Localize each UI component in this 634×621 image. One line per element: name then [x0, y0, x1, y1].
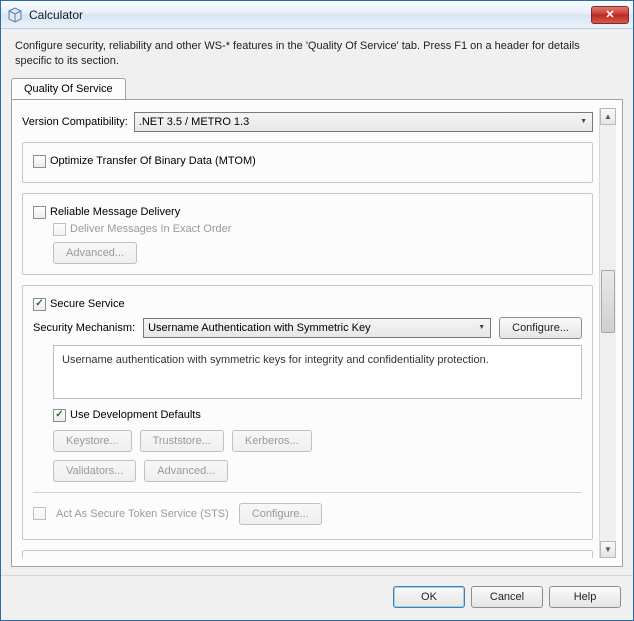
- tab-strip: Quality Of Service: [11, 78, 623, 100]
- panel-content: Version Compatibility: .NET 3.5 / METRO …: [22, 108, 599, 558]
- separator: [33, 492, 582, 493]
- cancel-button[interactable]: Cancel: [471, 586, 543, 608]
- close-button[interactable]: ✕: [591, 6, 629, 24]
- mechanism-configure-button[interactable]: Configure...: [499, 317, 582, 339]
- scroll-track[interactable]: [600, 125, 616, 541]
- mechanism-label: Security Mechanism:: [33, 322, 135, 334]
- scroll-up-button[interactable]: ▲: [600, 108, 616, 125]
- ok-button[interactable]: OK: [393, 586, 465, 608]
- mechanism-value: Username Authentication with Symmetric K…: [148, 322, 371, 334]
- vertical-scrollbar[interactable]: ▲ ▼: [599, 108, 616, 558]
- titlebar: Calculator ✕: [1, 1, 633, 29]
- close-icon: ✕: [605, 8, 614, 21]
- sts-label: Act As Secure Token Service (STS): [56, 508, 229, 520]
- use-defaults-checkbox[interactable]: [53, 409, 66, 422]
- secure-label: Secure Service: [50, 298, 125, 310]
- keystore-button: Keystore...: [53, 430, 132, 452]
- tab-container: Quality Of Service Version Compatibility…: [11, 77, 623, 567]
- dialog-window: Calculator ✕ Configure security, reliabi…: [0, 0, 634, 621]
- help-button[interactable]: Help: [549, 586, 621, 608]
- truststore-button: Truststore...: [140, 430, 224, 452]
- mtom-group: Optimize Transfer Of Binary Data (MTOM): [22, 142, 593, 183]
- dialog-footer: OK Cancel Help: [1, 575, 633, 620]
- mechanism-select[interactable]: Username Authentication with Symmetric K…: [143, 318, 491, 338]
- secure-advanced-button: Advanced...: [144, 460, 228, 482]
- mtom-label: Optimize Transfer Of Binary Data (MTOM): [50, 155, 256, 167]
- version-compat-row: Version Compatibility: .NET 3.5 / METRO …: [22, 112, 593, 132]
- reliable-checkbox[interactable]: [33, 206, 46, 219]
- reliable-label: Reliable Message Delivery: [50, 206, 180, 218]
- sts-configure-button: Configure...: [239, 503, 322, 525]
- scroll-down-button[interactable]: ▼: [600, 541, 616, 558]
- version-compat-label: Version Compatibility:: [22, 116, 128, 128]
- scroll-thumb[interactable]: [601, 270, 615, 332]
- mtom-checkbox[interactable]: [33, 155, 46, 168]
- secure-group: Secure Service Security Mechanism: Usern…: [22, 285, 593, 540]
- inorder-label: Deliver Messages In Exact Order: [70, 223, 231, 235]
- inorder-checkbox: [53, 223, 66, 236]
- tab-quality-of-service[interactable]: Quality Of Service: [11, 78, 126, 100]
- reliable-advanced-button: Advanced...: [53, 242, 137, 264]
- secure-checkbox[interactable]: [33, 298, 46, 311]
- use-defaults-label: Use Development Defaults: [70, 409, 201, 421]
- transport-group: Allow TCP Transport Disable Fast Infoset: [22, 550, 593, 558]
- reliable-group: Reliable Message Delivery Deliver Messag…: [22, 193, 593, 275]
- version-compat-select[interactable]: .NET 3.5 / METRO 1.3: [134, 112, 593, 132]
- dialog-description: Configure security, reliability and othe…: [15, 39, 619, 69]
- tab-panel: Version Compatibility: .NET 3.5 / METRO …: [11, 99, 623, 567]
- version-compat-value: .NET 3.5 / METRO 1.3: [139, 116, 249, 128]
- sts-checkbox: [33, 507, 46, 520]
- window-title: Calculator: [29, 8, 591, 22]
- app-icon: [7, 7, 23, 23]
- mechanism-description: Username authentication with symmetric k…: [53, 345, 582, 399]
- kerberos-button: Kerberos...: [232, 430, 312, 452]
- validators-button: Validators...: [53, 460, 136, 482]
